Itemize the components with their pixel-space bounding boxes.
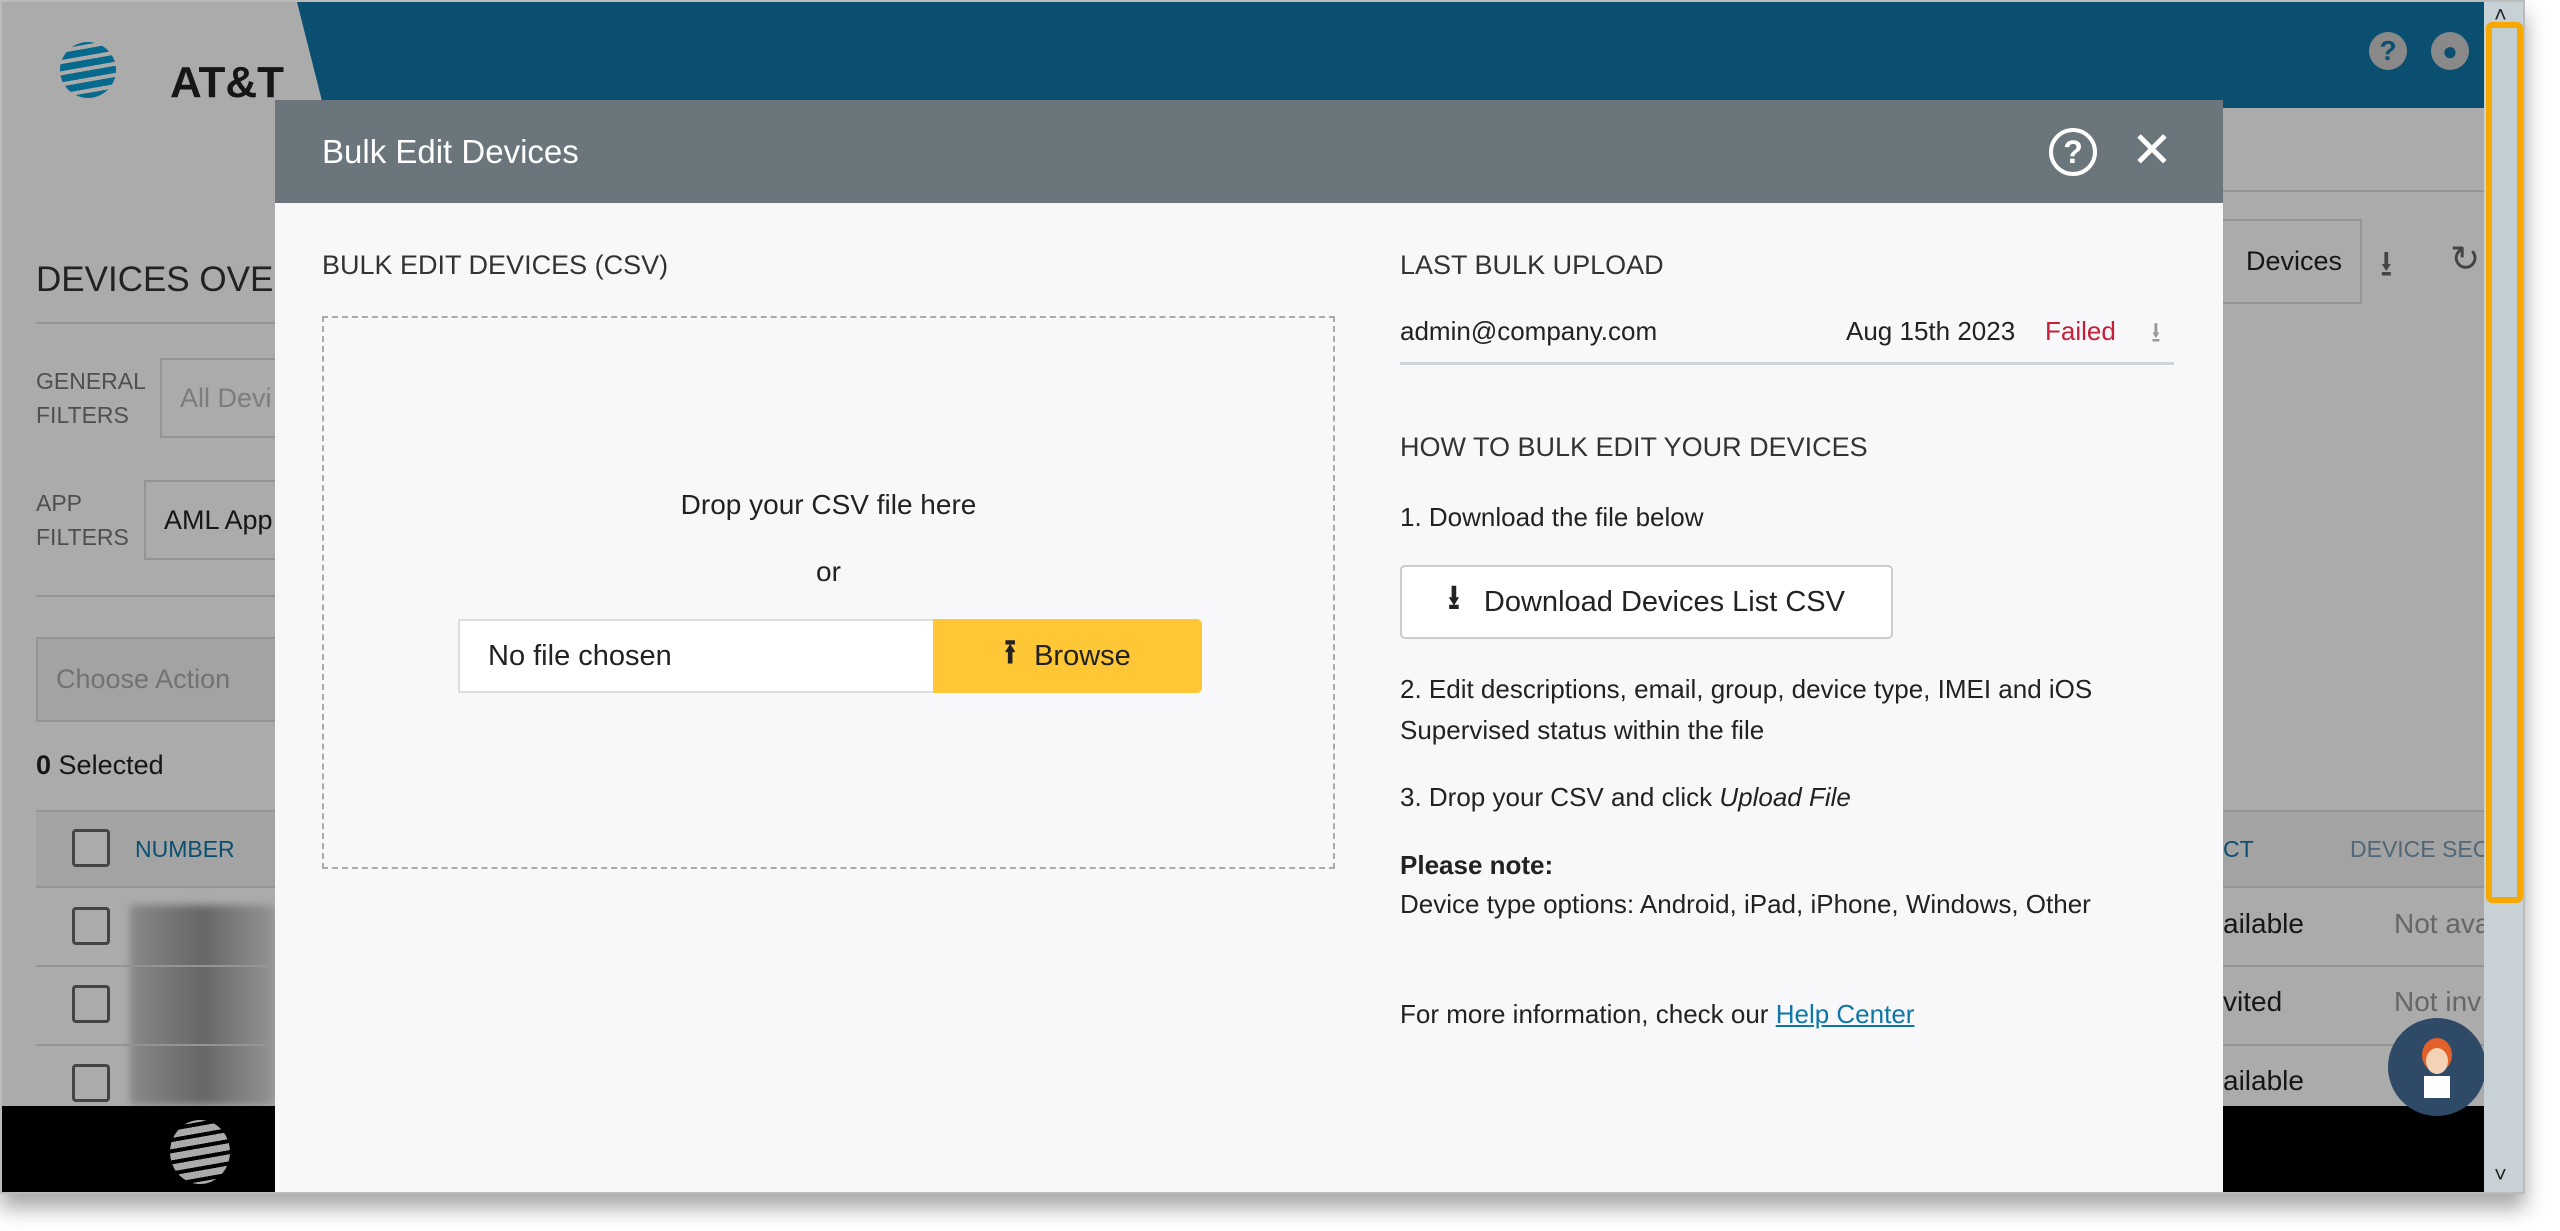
- close-icon[interactable]: ✕: [2131, 120, 2173, 180]
- drop-text: Drop your CSV file here: [680, 489, 977, 520]
- note-text: Device type options: Android, iPad, iPho…: [1400, 889, 2091, 919]
- last-upload-heading: LAST BULK UPLOAD: [1400, 250, 1664, 280]
- scrollbar-thumb[interactable]: [2486, 22, 2523, 903]
- browser-window: AT&T ? ● DEVICES OVER GENERAL FILTERS All…: [0, 0, 2525, 1194]
- help-circle-icon[interactable]: ?: [2049, 128, 2097, 176]
- download-csv-button[interactable]: ⭳ Download Devices List CSV: [1400, 565, 1893, 639]
- note-title: Please note:: [1400, 850, 1554, 880]
- browse-button[interactable]: ⭱ Browse: [933, 619, 1202, 693]
- bulk-edit-modal: Bulk Edit Devices ? ✕ BULK EDIT DEVICES …: [275, 100, 2223, 1192]
- scroll-up-icon[interactable]: ˄: [2494, 2, 2507, 28]
- last-upload-status: Failed: [2045, 316, 2116, 346]
- last-upload-user: admin@company.com: [1400, 316, 1658, 346]
- last-upload-date: Aug 15th 2023: [1846, 316, 2016, 346]
- step-2-line-2: Supervised status within the file: [1400, 715, 1765, 745]
- modal-title: Bulk Edit Devices: [322, 132, 579, 170]
- more-info: For more information, check our Help Cen…: [1400, 999, 1915, 1029]
- scroll-down-icon[interactable]: ˅: [2494, 1162, 2507, 1188]
- how-to-heading: HOW TO BULK EDIT YOUR DEVICES: [1400, 432, 1868, 462]
- help-center-link[interactable]: Help Center: [1776, 999, 1915, 1029]
- chat-assistant-button[interactable]: [2388, 1018, 2486, 1116]
- csv-section-heading: BULK EDIT DEVICES (CSV): [322, 250, 669, 280]
- upload-icon: ⭱: [1004, 632, 1017, 671]
- csv-dropzone[interactable]: [322, 316, 1335, 869]
- step-3: 3. Drop your CSV and click Upload File: [1400, 782, 1851, 812]
- modal-header: Bulk Edit Devices: [275, 100, 2223, 203]
- download-report-icon[interactable]: ⭳: [2151, 312, 2161, 360]
- or-text: or: [816, 556, 841, 587]
- step-1: 1. Download the file below: [1400, 502, 1704, 532]
- file-name-field[interactable]: No file chosen: [458, 619, 933, 693]
- download-icon: ⭳: [1448, 578, 1460, 617]
- step-2-line-1: 2. Edit descriptions, email, group, devi…: [1400, 674, 2093, 704]
